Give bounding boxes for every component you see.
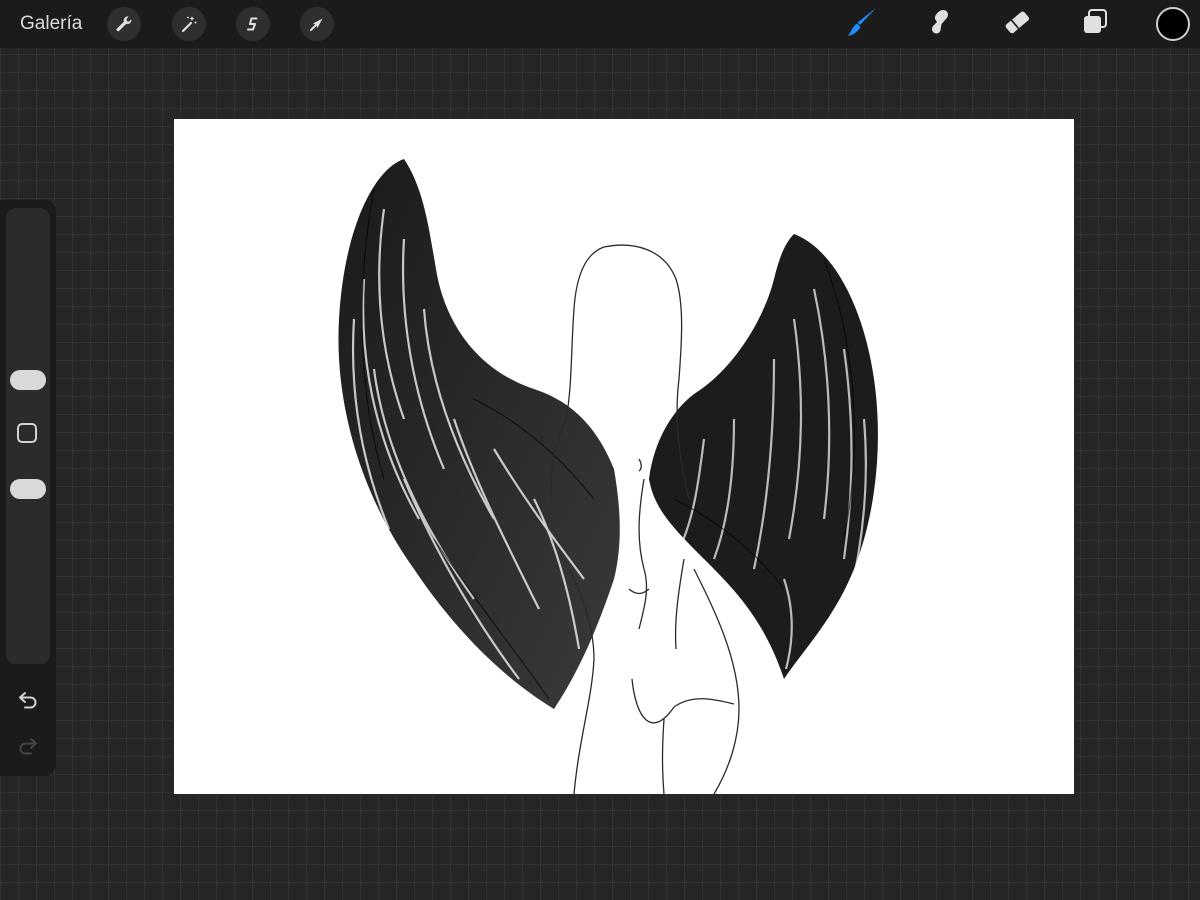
wrench-icon [114,14,134,34]
eraser-icon [1001,6,1033,43]
eraser-tool-button[interactable] [999,6,1035,42]
selection-icon [243,14,263,34]
transform-arrow-icon [307,14,327,34]
drawing-canvas[interactable] [174,119,1074,794]
angel-wings-sketch [338,159,878,794]
right-wing [649,234,878,679]
left-wing [338,159,620,709]
transform-button[interactable] [300,7,334,41]
brush-icon [845,5,879,44]
opacity-slider[interactable] [10,479,46,499]
redo-icon [16,733,40,762]
gallery-button[interactable]: Galería [20,12,82,36]
smudge-tool-button[interactable] [921,6,957,42]
color-picker-swatch[interactable] [1156,7,1190,41]
top-toolbar: Galería [0,0,1200,48]
sidebar [0,200,56,776]
redo-button[interactable] [14,733,42,761]
undo-icon [16,687,40,716]
layers-button[interactable] [1077,6,1113,42]
adjustments-button[interactable] [172,7,206,41]
actions-button[interactable] [107,7,141,41]
layers-icon [1080,7,1110,42]
undo-button[interactable] [14,687,42,715]
magic-wand-icon [179,14,199,34]
selection-button[interactable] [236,7,270,41]
brush-tool-button[interactable] [844,6,880,42]
smudge-icon [924,7,954,42]
brush-size-slider[interactable] [10,370,46,390]
modify-button[interactable] [17,423,37,443]
